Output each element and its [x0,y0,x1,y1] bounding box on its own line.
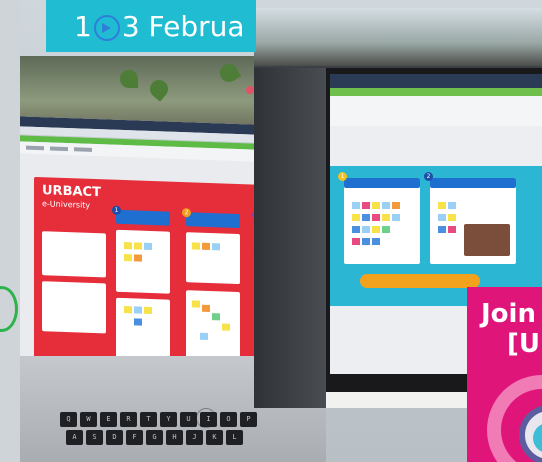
sticky-note [192,242,200,250]
step-number-2: 2 [424,172,433,181]
sticky-note [124,254,132,262]
board-panel [42,231,106,278]
sticky-note [362,214,370,221]
sticky-note [362,238,370,245]
photo-collage: URBACT e-University 1 2 3 [0,0,542,462]
urbact-logo: URBACT [42,183,101,201]
sticky-note [392,214,400,221]
sticky-note [200,332,208,340]
sticky-note [372,226,380,233]
sticky-note [212,243,220,251]
browser-tabs [330,74,542,88]
flower [246,86,254,94]
left-margin-strip [0,0,20,462]
sticky-note [192,300,200,308]
orange-banner [360,274,480,288]
sticky-note [144,306,152,315]
sticky-note [362,226,370,233]
sticky-note [438,226,446,233]
sticky-note [124,242,132,250]
join-subheading: [U [507,329,540,359]
sticky-note [448,214,456,221]
step-number-1: 1 [338,172,347,181]
sticky-note [134,318,142,326]
sticky-note [202,242,210,251]
keyboard-key: R [120,412,137,427]
step-number-2: 2 [182,208,191,218]
toolbar-item [50,146,68,152]
sticky-note [382,202,390,209]
keyboard-key: E [100,412,117,427]
plant-leaf [120,70,138,88]
toolbar-item [74,147,92,152]
laptop-side-shadow [254,68,328,408]
arrow-right-circle-icon [93,15,120,41]
sticky-note [352,202,360,209]
sticky-note [438,214,446,221]
join-promo-card: Join [U [467,287,542,462]
board-panel [42,281,106,334]
keyboard-key: O [220,412,237,427]
keyboard-key: A [66,430,83,445]
keyboard-key: S [86,430,103,445]
teal-working-board: 1 2 [330,166,542,306]
sticky-note [212,313,220,321]
section-header [430,178,516,188]
toolbar-item [26,145,44,151]
sticky-note [124,306,132,314]
window-background [254,8,542,66]
keyboard-key: W [80,412,97,427]
keyboard-key: D [106,430,123,445]
keyboard-key: J [186,430,203,445]
keyboard-key: F [126,430,143,445]
keyboard-key: P [240,412,257,427]
sticky-note [372,238,380,245]
sticky-note [382,214,390,221]
section-header [116,209,170,226]
green-header-band [330,88,542,96]
keyboard-key: U [180,412,197,427]
board-panel [116,229,170,294]
urbact-subtitle: e-University [42,199,91,210]
keyboard-key: Y [160,412,177,427]
sticky-note [382,226,390,233]
sticky-note [352,214,360,221]
sticky-note [448,202,456,209]
keyboard-key: G [146,430,163,445]
sticky-note [448,226,456,233]
sticky-note [352,226,360,233]
sticky-note [222,323,230,331]
sticky-note [202,304,210,313]
step-number-1: 1 [112,205,121,215]
sticky-note [372,214,380,221]
join-heading: Join [481,299,536,329]
keyboard-key: T [140,412,157,427]
keyboard-key: I [200,412,217,427]
sticky-note [362,202,370,209]
board-panel [186,232,240,285]
board-panel [344,178,420,264]
date-banner: 1 3 Februa [46,0,256,52]
section-header [344,178,420,188]
keyboard-key: K [206,430,223,445]
keyboard-key: H [166,430,183,445]
sticky-note [144,242,152,251]
keyboard-key: Q [60,412,77,427]
sticky-note [134,306,142,314]
sticky-note [134,242,142,250]
sticky-note [352,238,360,245]
banner-date-text: 3 Februa [121,9,245,43]
sticky-note [372,202,380,209]
sticky-note [438,202,446,209]
sticky-note [392,202,400,209]
section-header [186,212,240,229]
board-toolbar [330,96,542,126]
board-image [464,224,510,256]
banner-prefix: 1 [74,9,92,43]
keyboard-key: L [226,430,243,445]
sticky-note [134,254,142,262]
